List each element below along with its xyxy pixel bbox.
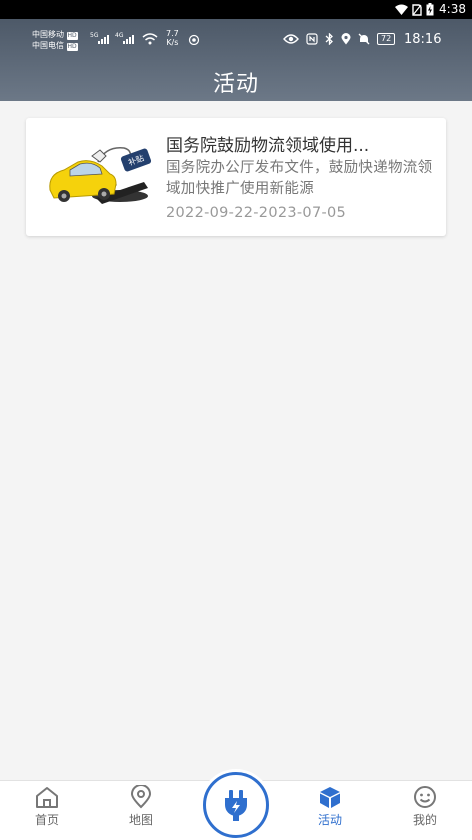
- hd-badge: HD: [66, 32, 78, 40]
- smiley-icon: [414, 786, 436, 808]
- system-time: 4:38: [439, 2, 466, 16]
- camera-icon: [188, 34, 200, 45]
- activity-title: 国务院鼓励物流领域使用...: [166, 136, 370, 156]
- activity-date-range: 2022-09-22-2023-07-05: [166, 205, 347, 221]
- activity-card[interactable]: 补贴 国务院鼓励物流领域使用... 国务院办公厅发布文件，鼓励快递物流领域加快推…: [26, 118, 446, 236]
- status-right-icons: 72: [283, 33, 396, 45]
- tab-map[interactable]: 地图: [111, 785, 171, 828]
- battery-level: 72: [377, 33, 396, 45]
- battery-charging-icon: [426, 3, 434, 16]
- tab-home[interactable]: 首页: [17, 785, 77, 828]
- sim-icon: [412, 3, 422, 16]
- bluetooth-icon: [325, 33, 333, 45]
- carrier-info: 中国移动 HD 中国电信 HD: [32, 29, 78, 51]
- tab-map-label: 地图: [128, 813, 153, 827]
- system-icons: [395, 3, 434, 16]
- signal-icon: [123, 35, 134, 44]
- status-clock: 18:16: [404, 32, 442, 47]
- tab-activity[interactable]: 活动: [300, 785, 360, 828]
- signal-icon: [98, 35, 109, 44]
- tab-mine-label: 我的: [412, 813, 437, 827]
- tab-activity-label: 活动: [317, 813, 342, 827]
- wifi-icon: [395, 4, 408, 15]
- activity-description: 国务院办公厅发布文件，鼓励快递物流领域加快推广使用新能源: [166, 160, 433, 197]
- carrier-2: 中国电信: [32, 41, 64, 50]
- charge-button[interactable]: [203, 772, 269, 838]
- hd-badge: HD: [66, 43, 78, 51]
- page-title: 活动: [212, 72, 259, 97]
- network-speed: 7.7 K/s: [166, 29, 179, 47]
- location-icon: [341, 33, 351, 45]
- speed-value: 7.7: [166, 29, 179, 38]
- header: 中国移动 HD 中国电信 HD 5G 4G 7.7 K/s 72 18:16 活…: [0, 19, 472, 101]
- tab-mine[interactable]: 我的: [395, 785, 455, 828]
- carrier-1: 中国移动: [32, 30, 64, 39]
- nfc-icon: [306, 33, 318, 45]
- home-icon: [36, 787, 58, 808]
- plug-icon: [225, 790, 247, 821]
- wifi-icon: [142, 33, 158, 45]
- cube-icon: [320, 787, 340, 808]
- eye-icon: [283, 34, 299, 44]
- map-pin-icon: [130, 785, 152, 809]
- activity-thumbnail: 补贴: [49, 147, 152, 204]
- system-status-bar: 4:38: [0, 0, 472, 19]
- mute-icon: [358, 33, 370, 45]
- tab-home-label: 首页: [34, 813, 59, 827]
- speed-unit: K/s: [166, 38, 179, 47]
